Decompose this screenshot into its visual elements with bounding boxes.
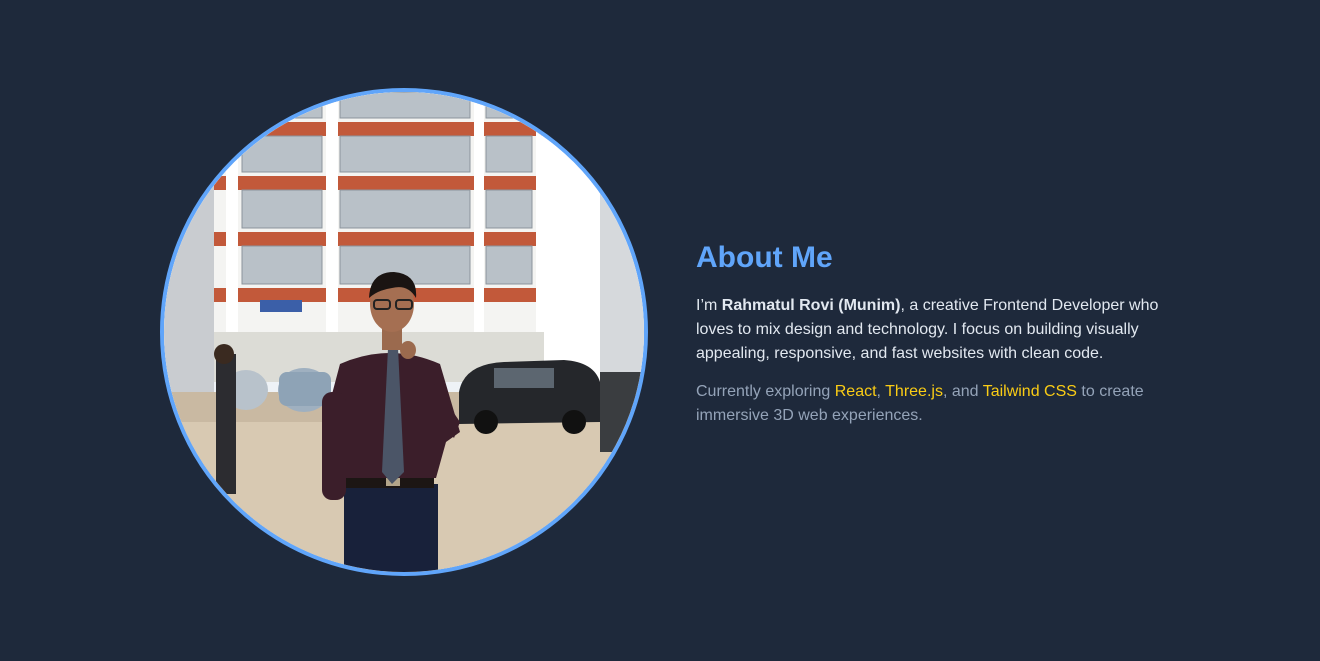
tech-tailwind: Tailwind CSS <box>982 383 1077 400</box>
about-content: About Me I’m Rahmatul Rovi (Munim), a cr… <box>696 238 1176 428</box>
separator-2: , and <box>942 383 983 400</box>
about-bio: I’m Rahmatul Rovi (Munim), a creative Fr… <box>696 294 1176 366</box>
about-exploring: Currently exploring React, Three.js, and… <box>696 380 1176 428</box>
profile-photo-illustration <box>164 92 644 572</box>
tech-react: React <box>834 383 877 400</box>
separator-1: , <box>876 383 886 400</box>
about-title: About Me <box>696 241 833 274</box>
bio-prefix: I’m <box>696 297 722 314</box>
profile-photo <box>160 88 648 576</box>
tech-threejs: Three.js <box>885 383 943 400</box>
developer-name: Rahmatul Rovi (Munim) <box>721 297 901 314</box>
about-section: About Me I’m Rahmatul Rovi (Munim), a cr… <box>0 0 1320 661</box>
explore-prefix: Currently exploring <box>696 383 835 400</box>
